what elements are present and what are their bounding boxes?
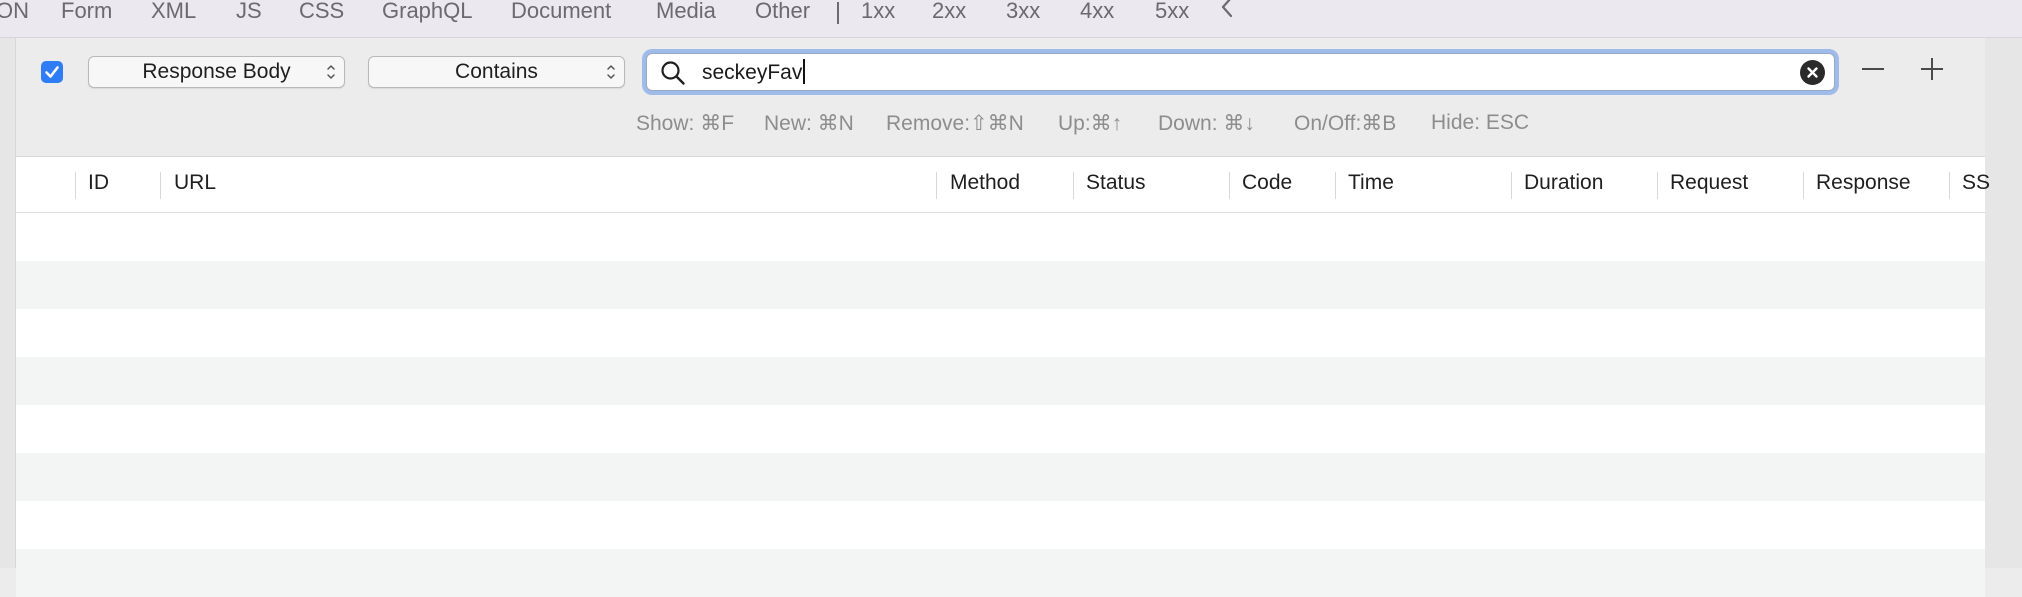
filter-tab-css[interactable]: CSS	[299, 0, 344, 24]
shortcut-down: Down: ⌘↓	[1158, 112, 1255, 135]
filter-tab-other[interactable]: Other	[755, 0, 810, 24]
left-gutter	[0, 38, 16, 568]
add-rule-button[interactable]	[1919, 52, 1945, 92]
column-header-duration[interactable]: Duration	[1524, 171, 1603, 195]
field-select[interactable]: Response Body	[88, 56, 345, 88]
column-divider[interactable]	[1073, 172, 1074, 199]
table-row[interactable]	[16, 501, 1985, 549]
select-arrows-icon	[327, 65, 335, 79]
shortcut-hide: Hide: ESC	[1431, 111, 1530, 134]
column-divider[interactable]	[1335, 172, 1336, 199]
filter-tab-js[interactable]: JS	[236, 0, 262, 24]
column-header-url[interactable]: URL	[174, 171, 216, 195]
table-header: ID URL Method Status Code Time Duration …	[16, 157, 1990, 213]
filter-tab-1xx[interactable]: 1xx	[861, 0, 895, 24]
filter-tab-media[interactable]: Media	[656, 0, 716, 24]
scroll-tabs-left-icon[interactable]	[1220, 0, 1234, 25]
search-input-text[interactable]: seckeyFav	[702, 59, 806, 85]
filter-tab-4xx[interactable]: 4xx	[1080, 0, 1114, 24]
filter-tab-json[interactable]: ON	[0, 0, 29, 24]
field-select-value: Response Body	[142, 60, 291, 83]
filter-enabled-checkbox[interactable]	[41, 61, 63, 83]
search-input[interactable]: seckeyFav	[646, 53, 1835, 91]
operator-select[interactable]: Contains	[368, 56, 625, 88]
filter-tab-graphql[interactable]: GraphQL	[382, 0, 473, 24]
column-header-code[interactable]: Code	[1242, 171, 1292, 195]
shortcut-new: New: ⌘N	[764, 112, 854, 135]
shortcut-show: Show: ⌘F	[636, 112, 735, 135]
column-divider[interactable]	[1511, 172, 1512, 199]
filter-tab-form[interactable]: Form	[61, 0, 112, 24]
table-row[interactable]	[16, 213, 1985, 261]
column-header-id[interactable]: ID	[88, 171, 109, 195]
clear-search-icon[interactable]	[1800, 60, 1825, 85]
shortcut-onoff: On/Off:⌘B	[1294, 112, 1397, 135]
column-header-ss[interactable]: SS	[1962, 171, 1990, 195]
text-caret	[803, 59, 806, 84]
filter-tab-3xx[interactable]: 3xx	[1006, 0, 1040, 24]
operator-select-value: Contains	[455, 60, 538, 83]
column-divider[interactable]	[1657, 172, 1658, 199]
table-row[interactable]	[16, 309, 1985, 357]
filter-tab-document[interactable]: Document	[511, 0, 611, 24]
table-row[interactable]	[16, 453, 1985, 501]
table-row[interactable]	[16, 261, 1985, 309]
column-header-time[interactable]: Time	[1348, 171, 1394, 195]
shortcut-up: Up:⌘↑	[1058, 112, 1123, 135]
table-row[interactable]	[16, 549, 1985, 597]
content-type-filter-bar: ON Form XML JS CSS GraphQL Document Medi…	[0, 0, 2022, 38]
column-header-request[interactable]: Request	[1670, 171, 1748, 195]
filter-tab-5xx[interactable]: 5xx	[1155, 0, 1189, 24]
column-header-response[interactable]: Response	[1816, 171, 1911, 195]
filter-tab-xml[interactable]: XML	[151, 0, 196, 24]
table-row[interactable]	[16, 357, 1985, 405]
checkmark-icon	[45, 66, 59, 78]
column-divider[interactable]	[160, 172, 161, 199]
request-table: ID URL Method Status Code Time Duration …	[16, 157, 1990, 597]
select-arrows-icon	[607, 65, 615, 79]
table-row[interactable]	[16, 405, 1985, 453]
tab-divider	[837, 2, 839, 24]
column-divider[interactable]	[1803, 172, 1804, 199]
column-divider[interactable]	[1229, 172, 1230, 199]
search-value: seckeyFav	[702, 61, 803, 84]
remove-rule-button[interactable]	[1860, 52, 1886, 92]
column-header-status[interactable]: Status	[1086, 171, 1146, 195]
column-header-method[interactable]: Method	[950, 171, 1020, 195]
search-icon	[661, 61, 685, 85]
filter-tab-2xx[interactable]: 2xx	[932, 0, 966, 24]
column-divider[interactable]	[75, 172, 76, 199]
column-divider[interactable]	[936, 172, 937, 199]
shortcut-remove: Remove:⇧⌘N	[886, 112, 1024, 135]
right-gutter	[1985, 38, 2022, 568]
column-divider[interactable]	[1949, 172, 1950, 199]
